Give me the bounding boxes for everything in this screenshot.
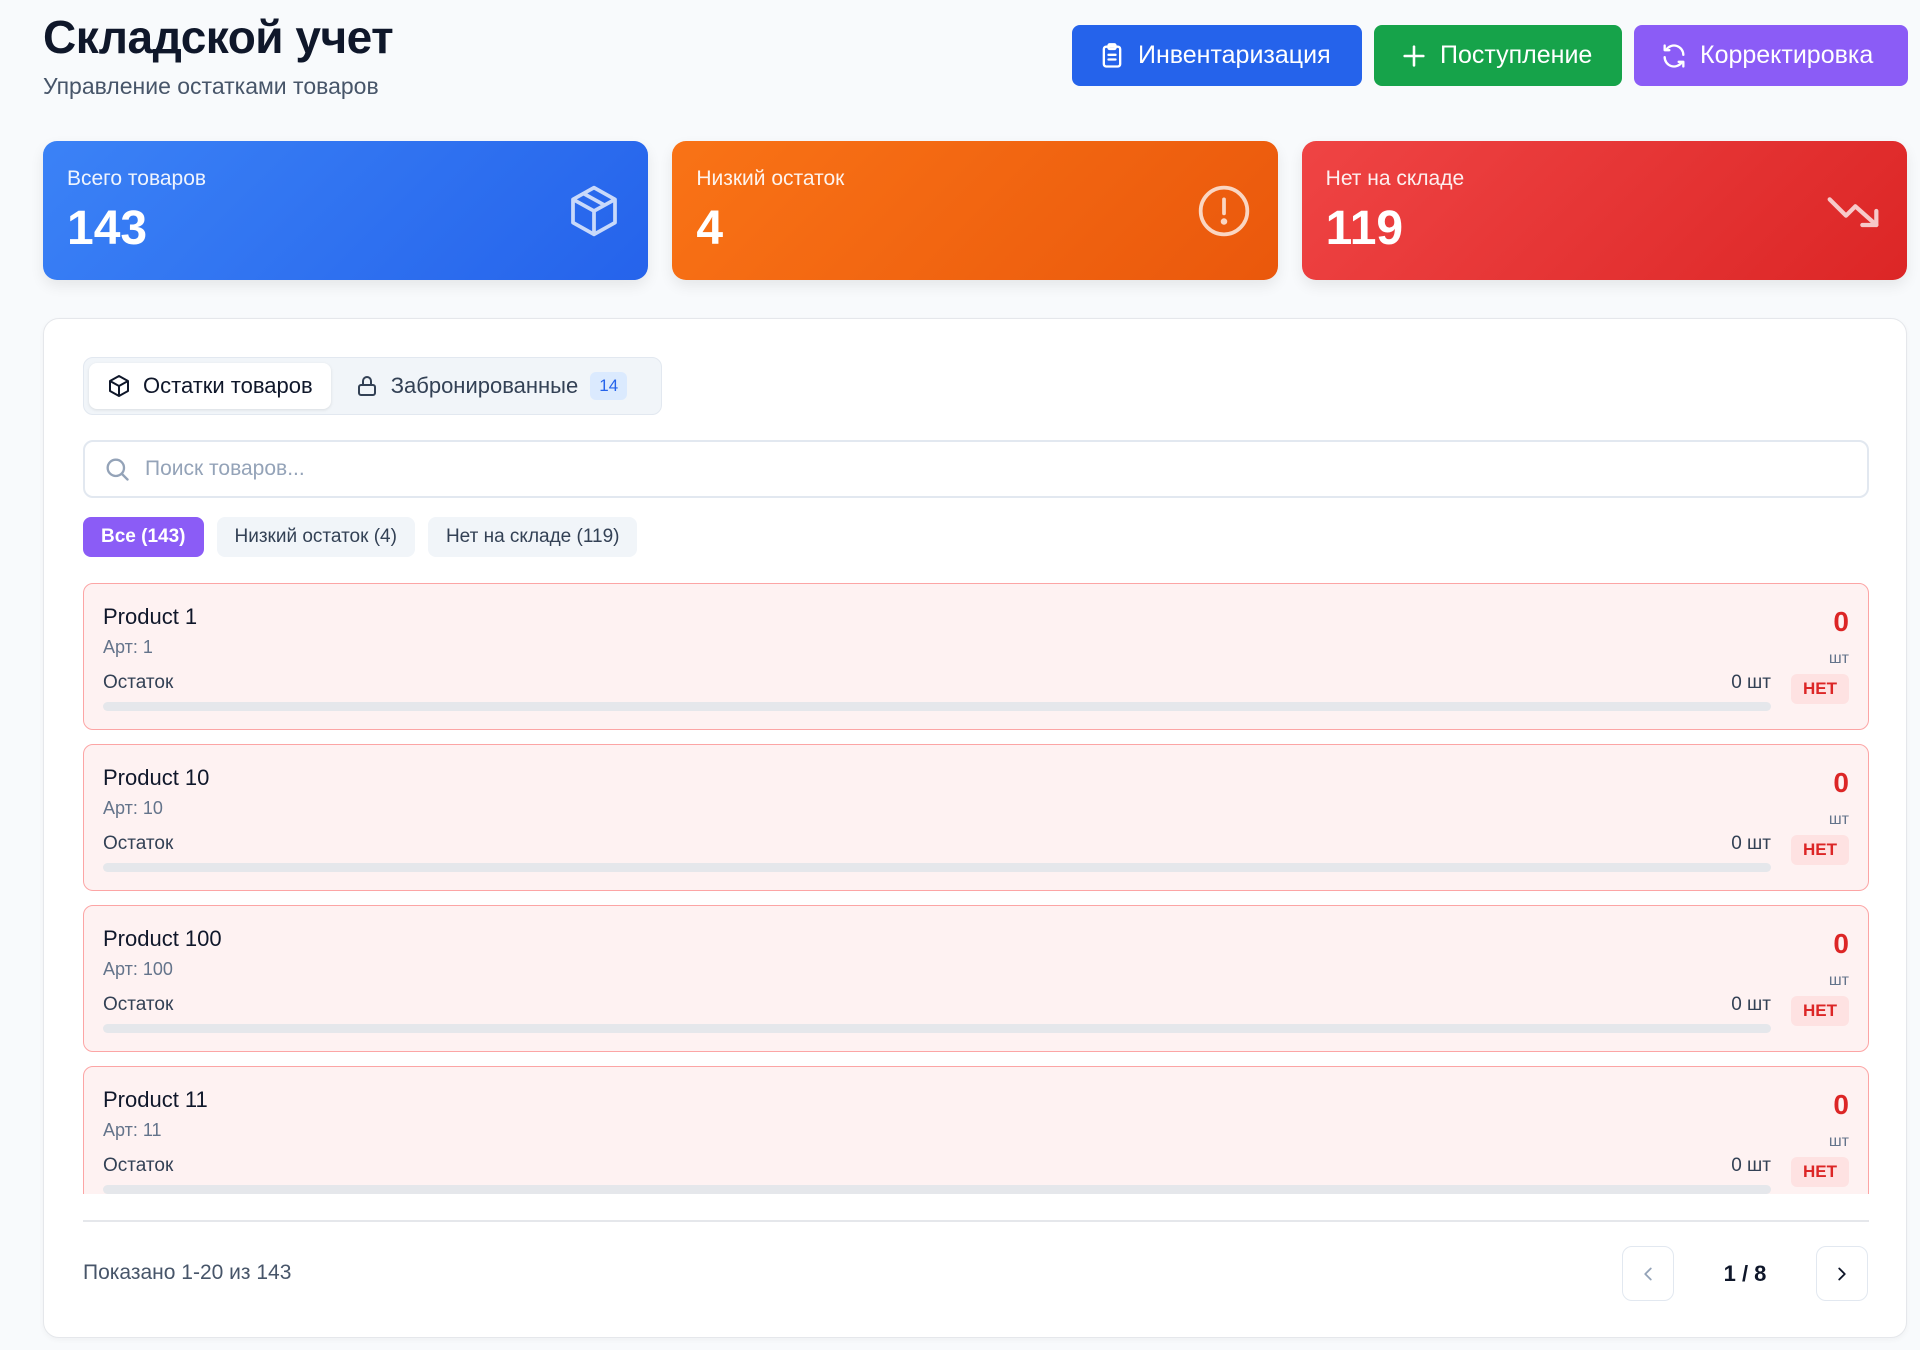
list-item[interactable]: Product 100 Арт: 100 Остаток 0 шт 0 шт Н… [83, 905, 1869, 1052]
reserved-count-badge: 14 [590, 372, 628, 400]
lock-icon [357, 376, 376, 396]
inventory-button[interactable]: Инвентаризация [1072, 25, 1362, 86]
filter-low-stock[interactable]: Низкий остаток (4) [216, 517, 415, 557]
stock-label: Остаток [103, 1155, 174, 1176]
stock-quantity: 0 [1833, 928, 1849, 959]
stock-value: 0 шт [1731, 1155, 1771, 1176]
search-box [83, 440, 1869, 498]
package-icon [571, 185, 618, 237]
tab-stock[interactable]: Остатки товаров [89, 363, 331, 409]
stock-value: 0 шт [1731, 994, 1771, 1015]
plus-icon [1403, 44, 1425, 67]
adjustment-button-label: Корректировка [1700, 41, 1874, 69]
stat-card-low-stock: Низкий остаток 4 [672, 141, 1278, 280]
stock-quantity: 0 [1833, 606, 1849, 637]
stats-row: Всего товаров 143 Низкий остаток 4 Нет н… [43, 141, 1907, 280]
filter-all[interactable]: Все (143) [83, 517, 204, 557]
alert-circle-icon [1198, 185, 1249, 237]
stock-label: Остаток [103, 672, 174, 693]
trending-down-icon [1827, 197, 1879, 228]
stock-label: Остаток [103, 994, 174, 1015]
stat-value: 143 [67, 202, 148, 255]
receipt-button-label: Поступление [1440, 41, 1593, 69]
stock-progress-bar [103, 702, 1771, 711]
stock-value: 0 шт [1731, 672, 1771, 693]
stock-progress-bar [103, 1024, 1771, 1033]
list-item[interactable]: Product 10 Арт: 10 Остаток 0 шт 0 шт НЕТ [83, 744, 1869, 891]
main-panel: Остатки товаров Забронированные 14 Все (… [43, 318, 1907, 1338]
stat-card-total: Всего товаров 143 [43, 141, 649, 280]
receipt-button[interactable]: Поступление [1374, 25, 1622, 86]
adjustment-button[interactable]: Корректировка [1634, 25, 1908, 86]
prev-page-button[interactable] [1622, 1246, 1674, 1301]
status-badge: НЕТ [1791, 996, 1849, 1026]
tab-reserved[interactable]: Забронированные 14 [337, 363, 645, 409]
product-name: Product 10 [103, 765, 210, 790]
status-badge: НЕТ [1791, 674, 1849, 704]
stock-label: Остаток [103, 833, 174, 854]
product-sku: Арт: 10 [103, 798, 163, 818]
list-item[interactable]: Product 11 Арт: 11 Остаток 0 шт 0 шт НЕТ [83, 1066, 1869, 1194]
footer-divider [83, 1220, 1869, 1222]
inventory-button-label: Инвентаризация [1138, 41, 1331, 69]
product-sku: Арт: 100 [103, 959, 173, 979]
stat-value: 119 [1325, 202, 1404, 255]
page-indicator: 1 / 8 [1723, 1260, 1767, 1286]
pagination-summary: Показано 1-20 из 143 [83, 1261, 292, 1284]
status-badge: НЕТ [1791, 835, 1849, 865]
filter-out-of-stock[interactable]: Нет на складе (119) [427, 517, 638, 557]
tab-reserved-label: Забронированные [390, 373, 579, 398]
stat-label: Всего товаров [67, 167, 207, 190]
search-input[interactable] [145, 457, 1825, 481]
product-sku: Арт: 1 [103, 637, 153, 657]
chevron-left-icon [1644, 1267, 1652, 1280]
tab-bar: Остатки товаров Забронированные 14 [83, 357, 662, 415]
clipboard-icon [1102, 42, 1122, 68]
stock-unit: шт [1828, 1133, 1849, 1150]
status-badge: НЕТ [1791, 1157, 1849, 1187]
pagination: 1 / 8 [1622, 1246, 1868, 1301]
next-page-button[interactable] [1816, 1246, 1868, 1301]
product-list[interactable]: Product 1 Арт: 1 Остаток 0 шт 0 шт НЕТ P… [83, 583, 1869, 1194]
stock-progress-bar [103, 863, 1771, 872]
stat-value: 4 [696, 202, 724, 255]
product-name: Product 1 [103, 604, 198, 629]
product-sku: Арт: 11 [103, 1120, 162, 1140]
tab-stock-label: Остатки товаров [143, 373, 313, 398]
list-item[interactable]: Product 1 Арт: 1 Остаток 0 шт 0 шт НЕТ [83, 583, 1869, 730]
stock-unit: шт [1828, 972, 1849, 989]
stat-label: Нет на складе [1325, 167, 1465, 190]
stat-label: Низкий остаток [696, 167, 845, 190]
header-actions: Инвентаризация Поступление Корректировка [1072, 25, 1908, 86]
package-icon [109, 375, 129, 397]
page-header: Складской учет Управление остатками това… [43, 12, 1908, 102]
search-icon [106, 458, 129, 481]
filter-chips: Все (143) Низкий остаток (4) Нет на скла… [83, 517, 638, 557]
stock-unit: шт [1828, 811, 1849, 828]
refresh-icon [1663, 43, 1685, 68]
stock-value: 0 шт [1731, 833, 1771, 854]
stock-quantity: 0 [1833, 767, 1849, 798]
stock-quantity: 0 [1833, 1089, 1849, 1120]
product-name: Product 11 [103, 1087, 208, 1112]
stock-unit: шт [1828, 650, 1849, 667]
product-name: Product 100 [103, 926, 222, 951]
stat-card-out-of-stock: Нет на складе 119 [1301, 141, 1907, 280]
chevron-right-icon [1838, 1267, 1846, 1280]
stock-progress-bar [103, 1185, 1771, 1194]
